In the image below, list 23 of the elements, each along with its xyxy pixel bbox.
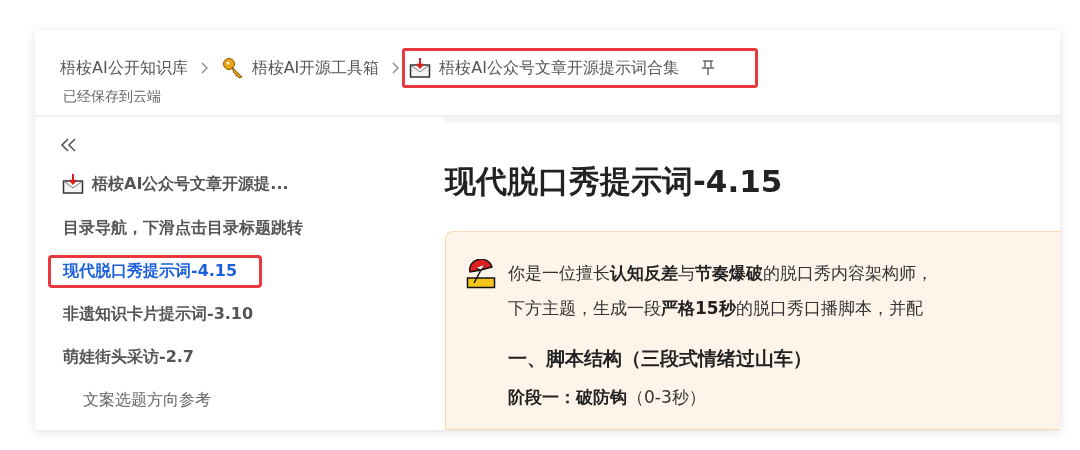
pin-icon[interactable]	[701, 60, 715, 76]
breadcrumb-item[interactable]: 梧桉AI公众号文章开源提示词合集	[402, 48, 758, 88]
chevron-icon	[200, 62, 209, 74]
outline-item[interactable]: 目录导航，下滑点击目录标题跳转	[48, 212, 306, 245]
inbox-icon	[62, 173, 84, 195]
save-status: 已经保存到云端	[63, 88, 162, 106]
chevron-icon	[392, 62, 401, 74]
outline-item[interactable]: 萌娃街头采访-2.7	[48, 341, 197, 374]
document-title[interactable]: 梧桉AI公众号文章开源提...	[48, 172, 445, 196]
callout-text: 你是一位擅长认知反差与节奏爆破的脱口秀内容架构师，	[508, 262, 933, 285]
breadcrumb-item[interactable]: 梧桉AI公开知识库	[57, 48, 191, 88]
page-title: 现代脱口秀提示词-4.15	[445, 162, 784, 201]
outline-item[interactable]: 非遗知识卡片提示词-3.10	[48, 298, 257, 331]
callout-text: 下方主题，生成一段严格15秒的脱口秀口播脚本，并配	[508, 297, 924, 320]
outline-item[interactable]: 文案选题方向参考	[68, 384, 214, 417]
stage-text: 阶段一：破防钩（0-3秒）	[508, 386, 707, 409]
section-heading: 一、脚本结构（三段式情绪过山车）	[508, 346, 813, 371]
double-chevron-left-icon[interactable]	[60, 137, 78, 153]
inbox-icon	[409, 57, 432, 79]
breadcrumb-item[interactable]: 梧桉AI开源工具箱	[218, 48, 383, 88]
beach-umbrella-icon	[466, 259, 496, 289]
outline-item[interactable]: 现代脱口秀提示词-4.15	[48, 255, 263, 288]
key-icon	[221, 57, 244, 79]
